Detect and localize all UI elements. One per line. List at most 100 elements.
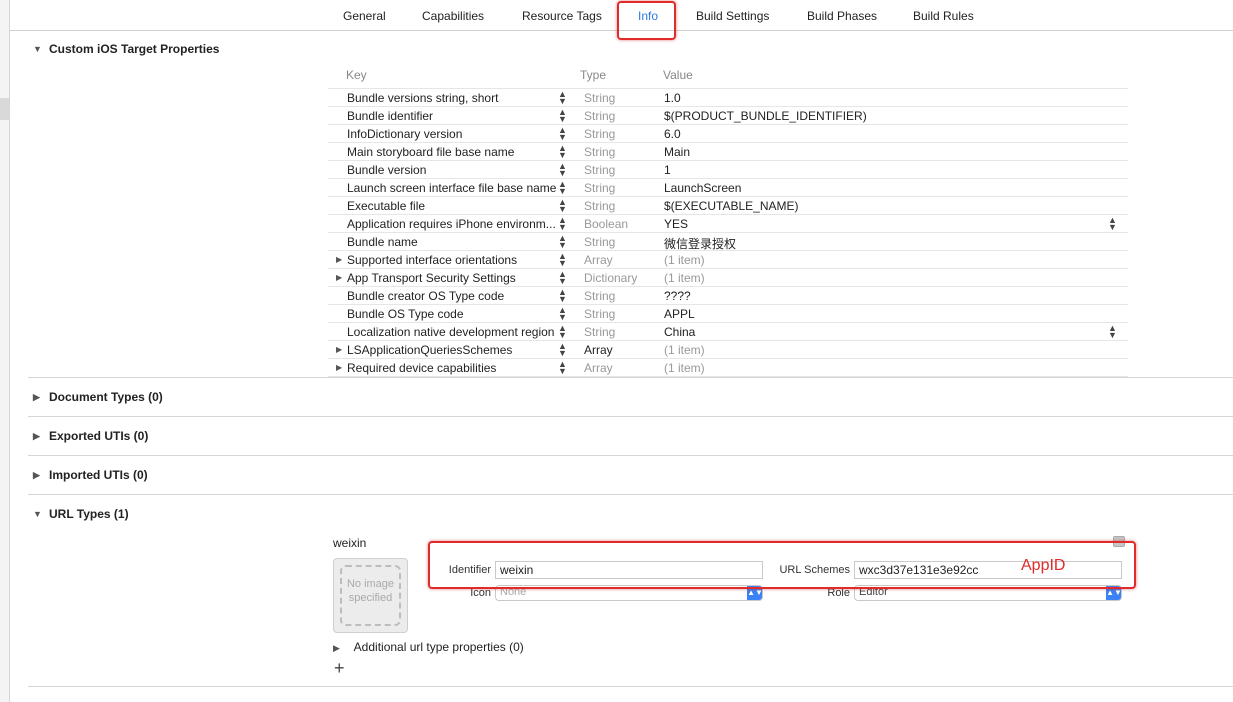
row-key[interactable]: Main storyboard file base name: [347, 145, 514, 159]
column-header-key[interactable]: Key: [346, 68, 367, 82]
row-value[interactable]: (1 item): [664, 253, 705, 267]
row-value[interactable]: YES: [664, 217, 688, 231]
key-stepper-icon[interactable]: ▲ ▼: [558, 342, 567, 358]
key-stepper-icon[interactable]: ▲ ▼: [558, 270, 567, 286]
key-stepper-icon[interactable]: ▲ ▼: [558, 234, 567, 250]
row-value[interactable]: (1 item): [664, 343, 705, 357]
column-header-value[interactable]: Value: [663, 68, 693, 82]
tab-resource-tags[interactable]: Resource Tags: [522, 9, 602, 23]
row-disclosure-icon[interactable]: ▶: [336, 273, 342, 282]
section-exported-utis[interactable]: ▶ Exported UTIs (0): [33, 429, 148, 443]
key-stepper-icon[interactable]: ▲ ▼: [558, 180, 567, 196]
row-value[interactable]: (1 item): [664, 361, 705, 375]
row-key[interactable]: Bundle name: [347, 235, 418, 249]
row-type[interactable]: String: [584, 127, 615, 141]
row-type[interactable]: String: [584, 289, 615, 303]
row-type[interactable]: Dictionary: [584, 271, 637, 285]
key-stepper-icon[interactable]: ▲ ▼: [558, 288, 567, 304]
table-row[interactable]: ▶ Required device capabilities ▲ ▼ Array (1 i…: [328, 358, 1128, 376]
row-type[interactable]: String: [584, 181, 615, 195]
table-row[interactable]: ▶ App Transport Security Settings ▲ ▼ Dictio…: [328, 268, 1128, 286]
table-row[interactable]: ▶ Supported interface orientations ▲ ▼ Array…: [328, 250, 1128, 268]
column-header-type[interactable]: Type: [580, 68, 606, 82]
disclosure-closed-icon[interactable]: ▶: [33, 431, 45, 442]
row-type[interactable]: String: [584, 109, 615, 123]
row-key[interactable]: LSApplicationQueriesSchemes: [347, 343, 512, 357]
table-row[interactable]: Bundle name ▲ ▼ String 微信登录授权: [328, 232, 1128, 251]
row-value[interactable]: 1: [664, 163, 671, 177]
row-type[interactable]: String: [584, 145, 615, 159]
row-key[interactable]: Launch screen interface file base name: [347, 181, 556, 195]
table-row[interactable]: Bundle version ▲ ▼ String 1: [328, 160, 1128, 178]
tab-general[interactable]: General: [343, 9, 386, 23]
row-type[interactable]: Array: [584, 343, 613, 357]
tab-capabilities[interactable]: Capabilities: [422, 9, 484, 23]
row-type[interactable]: String: [584, 91, 615, 105]
table-row[interactable]: Bundle versions string, short ▲ ▼ String 1.0: [328, 88, 1128, 106]
row-type[interactable]: String: [584, 325, 615, 339]
section-imported-utis[interactable]: ▶ Imported UTIs (0): [33, 468, 148, 482]
table-row[interactable]: InfoDictionary version ▲ ▼ String 6.0: [328, 124, 1128, 142]
table-row[interactable]: Launch screen interface file base name ▲ ▼…: [328, 178, 1128, 196]
row-type[interactable]: Array: [584, 361, 613, 375]
table-row[interactable]: Localization native development region ▲ ▼…: [328, 322, 1128, 340]
table-row[interactable]: Bundle creator OS Type code ▲ ▼ String????: [328, 286, 1128, 304]
row-value[interactable]: LaunchScreen: [664, 181, 741, 195]
row-disclosure-icon[interactable]: ▶: [336, 363, 342, 372]
row-value[interactable]: APPL: [664, 307, 695, 321]
key-stepper-icon[interactable]: ▲ ▼: [558, 198, 567, 214]
key-stepper-icon[interactable]: ▲ ▼: [558, 144, 567, 160]
add-url-type-icon[interactable]: +: [334, 658, 345, 679]
row-value[interactable]: (1 item): [664, 271, 705, 285]
tab-build-settings[interactable]: Build Settings: [696, 9, 769, 23]
row-key[interactable]: Bundle identifier: [347, 109, 433, 123]
disclosure-closed-icon[interactable]: ▶: [33, 470, 45, 481]
row-key[interactable]: Bundle version: [347, 163, 426, 177]
key-stepper-icon[interactable]: ▲ ▼: [558, 216, 567, 232]
key-stepper-icon[interactable]: ▲ ▼: [558, 90, 567, 106]
row-type[interactable]: String: [584, 163, 615, 177]
key-stepper-icon[interactable]: ▲ ▼: [558, 252, 567, 268]
row-key[interactable]: Bundle creator OS Type code: [347, 289, 504, 303]
row-key[interactable]: App Transport Security Settings: [347, 271, 516, 285]
table-row[interactable]: ▶ LSApplicationQueriesSchemes ▲ ▼ Array (1 it…: [328, 340, 1128, 358]
row-type[interactable]: Boolean: [584, 217, 628, 231]
additional-properties-row[interactable]: ▶ Additional url type properties (0): [333, 640, 524, 654]
table-row[interactable]: Bundle OS Type code ▲ ▼ String APPL: [328, 304, 1128, 322]
section-document-types[interactable]: ▶ Document Types (0): [33, 390, 163, 404]
row-disclosure-icon[interactable]: ▶: [336, 255, 342, 264]
tab-build-phases[interactable]: Build Phases: [807, 9, 877, 23]
row-key[interactable]: Supported interface orientations: [347, 253, 517, 267]
section-custom-properties[interactable]: ▼ Custom iOS Target Properties: [33, 42, 219, 56]
row-key[interactable]: Required device capabilities: [347, 361, 496, 375]
row-type[interactable]: String: [584, 199, 615, 213]
row-value[interactable]: ????: [664, 289, 691, 303]
value-popup-icon[interactable]: ▲ ▼: [1108, 216, 1117, 232]
row-disclosure-icon[interactable]: ▶: [336, 345, 342, 354]
key-stepper-icon[interactable]: ▲ ▼: [558, 360, 567, 376]
url-type-image-well[interactable]: No image specified: [333, 558, 408, 633]
row-value[interactable]: China: [664, 325, 695, 339]
row-key[interactable]: Bundle OS Type code: [347, 307, 464, 321]
row-value[interactable]: 6.0: [664, 127, 681, 141]
disclosure-closed-icon[interactable]: ▶: [33, 392, 45, 403]
row-key[interactable]: InfoDictionary version: [347, 127, 462, 141]
table-row[interactable]: Bundle identifier ▲ ▼ String $(PRODUCT_BUNDL…: [328, 106, 1128, 124]
row-key[interactable]: Localization native development region: [347, 325, 554, 339]
row-key[interactable]: Bundle versions string, short: [347, 91, 498, 105]
key-stepper-icon[interactable]: ▲ ▼: [558, 108, 567, 124]
table-row[interactable]: Application requires iPhone environm... ▲…: [328, 214, 1128, 232]
row-type[interactable]: Array: [584, 253, 613, 267]
table-row[interactable]: Executable file ▲ ▼ String $(EXECUTABLE_NAME…: [328, 196, 1128, 214]
section-url-types[interactable]: ▼ URL Types (1): [33, 507, 129, 521]
row-type[interactable]: String: [584, 235, 615, 249]
value-popup-icon[interactable]: ▲ ▼: [1108, 324, 1117, 340]
row-key[interactable]: Executable file: [347, 199, 425, 213]
row-value[interactable]: Main: [664, 145, 690, 159]
row-value[interactable]: $(EXECUTABLE_NAME): [664, 199, 798, 213]
row-type[interactable]: String: [584, 307, 615, 321]
tab-build-rules[interactable]: Build Rules: [913, 9, 974, 23]
disclosure-open-icon[interactable]: ▼: [33, 44, 45, 54]
disclosure-closed-icon[interactable]: ▶: [333, 643, 347, 654]
table-row[interactable]: Main storyboard file base name ▲ ▼ String Ma…: [328, 142, 1128, 160]
